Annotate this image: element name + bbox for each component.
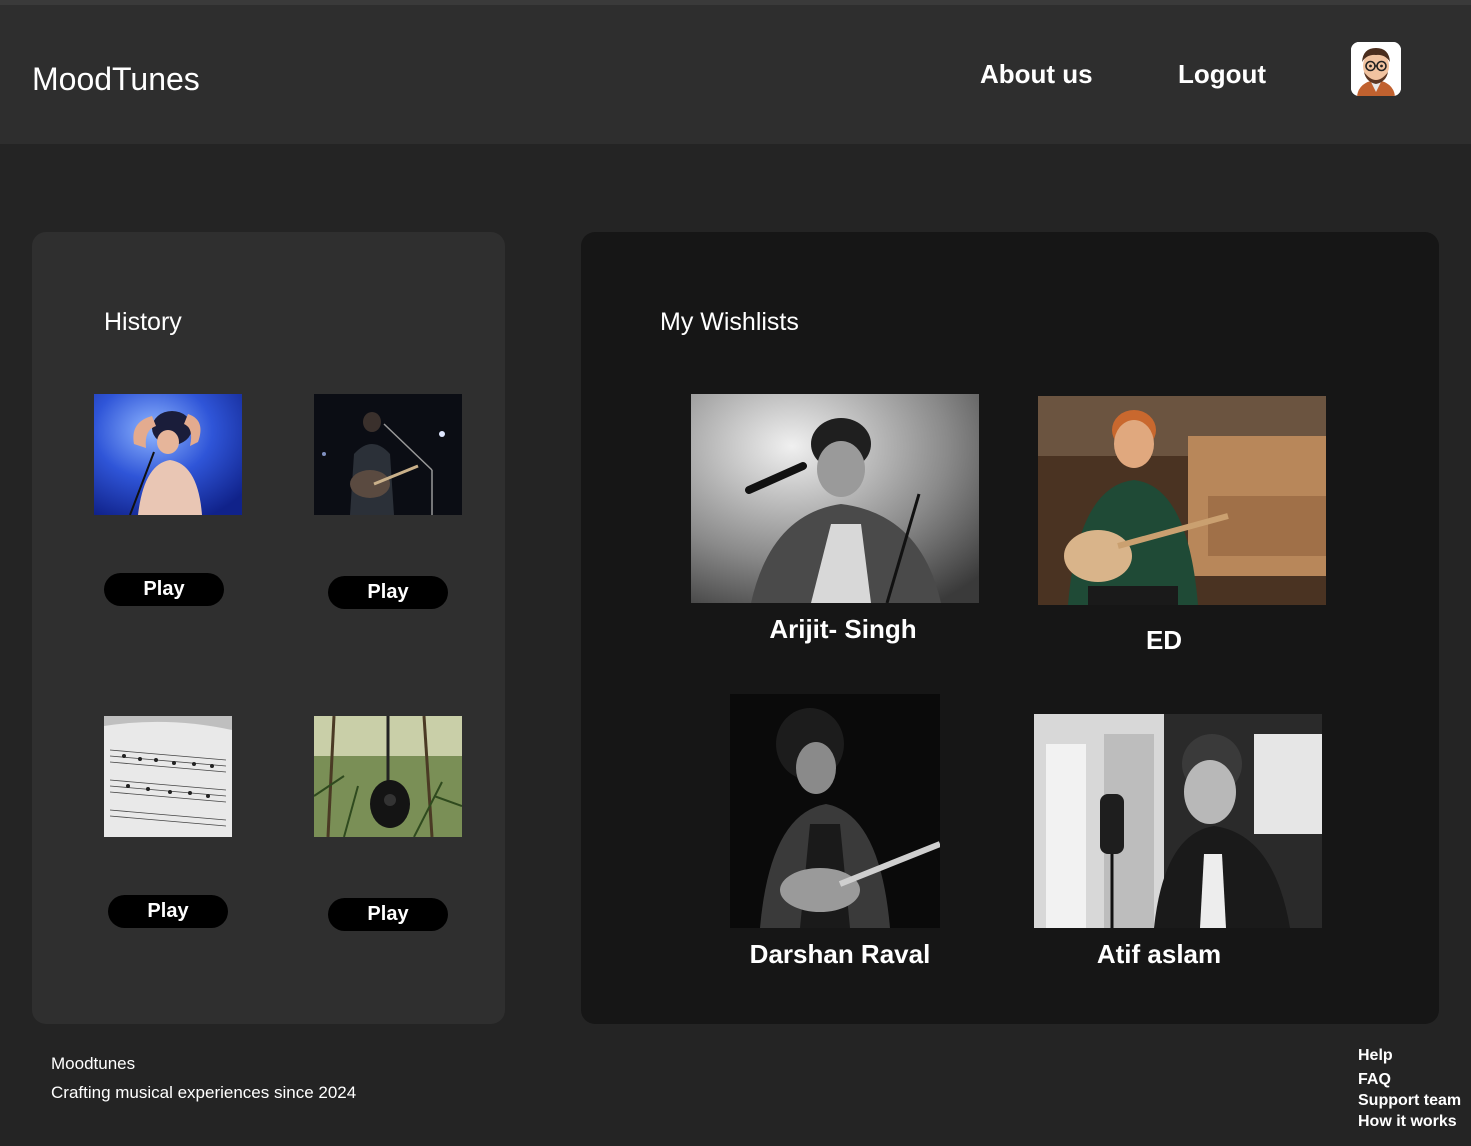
logout-link[interactable]: Logout bbox=[1178, 59, 1266, 90]
artist-arijit-image[interactable] bbox=[691, 394, 979, 603]
play-button[interactable]: Play bbox=[328, 898, 448, 931]
footer-support-link[interactable]: Support team bbox=[1358, 1090, 1461, 1111]
artist-name: ED bbox=[1145, 625, 1183, 655]
singer-blue-stage-image[interactable] bbox=[94, 394, 242, 515]
footer-links: Help FAQ Support team How it works bbox=[1358, 1045, 1461, 1132]
about-us-link[interactable]: About us bbox=[980, 59, 1093, 90]
artist-darshan-image[interactable] bbox=[730, 694, 940, 928]
brand-logo[interactable]: MoodTunes bbox=[32, 61, 200, 98]
artist-atif-image[interactable] bbox=[1034, 714, 1322, 928]
footer-tagline: Crafting musical experiences since 2024 bbox=[51, 1083, 357, 1102]
guitar-in-grass-image[interactable] bbox=[314, 716, 462, 837]
artist-name: Arijit- Singh bbox=[769, 614, 917, 644]
play-button[interactable]: Play bbox=[104, 573, 224, 606]
artist-ed-image[interactable] bbox=[1038, 396, 1326, 605]
history-title: History bbox=[104, 308, 182, 336]
play-button[interactable]: Play bbox=[108, 895, 228, 928]
sheet-music-image[interactable] bbox=[104, 716, 232, 837]
footer-how-it-works-link[interactable]: How it works bbox=[1358, 1111, 1461, 1132]
artist-name: Darshan Raval bbox=[749, 939, 931, 969]
footer-about: Moodtunes Crafting musical experiences s… bbox=[51, 1049, 356, 1107]
footer-faq-link[interactable]: FAQ bbox=[1358, 1069, 1461, 1090]
footer-help-link[interactable]: Help bbox=[1358, 1045, 1461, 1066]
play-button[interactable]: Play bbox=[328, 576, 448, 609]
history-panel: History Play Play Play Play bbox=[32, 232, 505, 1024]
footer-brand: Moodtunes bbox=[51, 1054, 136, 1073]
wishlist-title: My Wishlists bbox=[660, 308, 799, 336]
site-header: MoodTunes About us Logout bbox=[0, 5, 1471, 144]
wishlist-panel: My Wishlists Arijit- Singh ED Darshan Ra… bbox=[581, 232, 1439, 1024]
avatar-icon[interactable] bbox=[1351, 42, 1401, 96]
artist-name: Atif aslam bbox=[1096, 939, 1222, 969]
guitarist-dark-stage-image[interactable] bbox=[314, 394, 462, 515]
